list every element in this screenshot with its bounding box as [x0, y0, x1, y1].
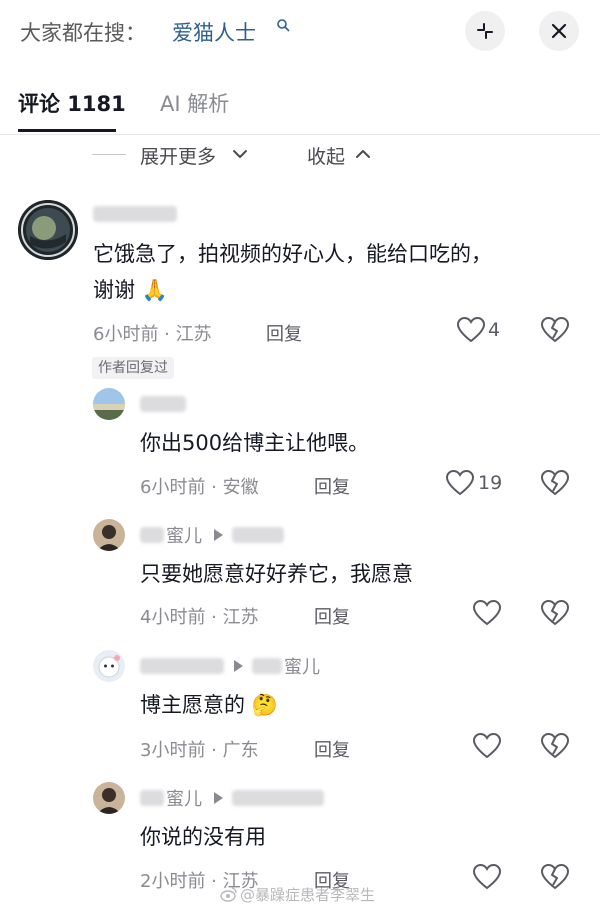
reply-text: 你出500给博主让他喂。	[140, 431, 370, 455]
thread-controls: 展开更多 收起	[0, 140, 600, 170]
avatar-image	[18, 200, 78, 260]
avatar[interactable]	[93, 650, 125, 682]
heart-icon[interactable]	[472, 732, 502, 760]
collapse-button[interactable]: 收起	[307, 142, 345, 169]
reply-text: 博主愿意的 🤔	[140, 693, 278, 717]
broken-heart-icon[interactable]	[540, 469, 570, 497]
chevron-up-icon[interactable]	[355, 148, 371, 160]
username-blurred[interactable]	[140, 790, 164, 806]
broken-heart-icon[interactable]	[540, 863, 570, 891]
heart-icon[interactable]	[456, 316, 486, 344]
avatar[interactable]	[93, 388, 125, 420]
heart-icon[interactable]	[445, 469, 475, 497]
reply-text: 只要她愿意好好养它，我愿意	[140, 562, 413, 586]
username-blurred[interactable]	[140, 396, 186, 412]
comment-meta: 6小时前 · 江苏	[93, 324, 212, 345]
search-icon[interactable]	[276, 18, 290, 32]
heart-icon[interactable]	[472, 863, 502, 891]
minimize-button[interactable]	[465, 11, 505, 51]
avatar-image	[93, 388, 125, 420]
reply-meta: 4小时前 · 江苏	[140, 607, 259, 628]
search-prefix: 大家都在搜：	[20, 21, 146, 45]
reply-button[interactable]: 回复	[314, 473, 350, 499]
reply-text: 你说的没有用	[140, 825, 266, 849]
avatar[interactable]	[18, 200, 78, 260]
chevron-down-icon[interactable]	[232, 148, 248, 160]
close-icon	[551, 23, 567, 39]
comment-text-line-1: 它饿急了，拍视频的好心人，能给口吃的，	[93, 242, 492, 266]
close-button[interactable]	[539, 11, 579, 51]
tab-divider	[0, 134, 600, 135]
reply-button[interactable]: 回复	[314, 603, 350, 629]
broken-heart-icon[interactable]	[540, 732, 570, 760]
reply-arrow-icon	[214, 792, 223, 804]
like-count: 19	[478, 472, 503, 494]
reply-meta: 3小时前 · 广东	[140, 740, 259, 761]
tab-ai-analysis[interactable]: AI 解析	[160, 88, 229, 118]
reply-button[interactable]: 回复	[266, 320, 302, 346]
username-blurred[interactable]	[93, 206, 177, 222]
avatar[interactable]	[93, 519, 125, 551]
reply-meta: 6小时前 · 安徽	[140, 477, 259, 498]
watermark-text: @暴躁症患者李翠生	[240, 886, 376, 904]
username-blurred[interactable]	[140, 658, 224, 674]
avatar-image	[93, 650, 125, 682]
username-blurred[interactable]	[140, 527, 164, 543]
comment-text-line-2: 谢谢 🙏	[93, 278, 168, 302]
top-bar: 大家都在搜： 爱猫人士	[0, 0, 600, 62]
tab-comments[interactable]: 评论 1181	[18, 88, 126, 118]
heart-icon[interactable]	[472, 599, 502, 627]
author-replied-badge: 作者回复过	[92, 357, 174, 379]
reply-button[interactable]: 回复	[314, 736, 350, 762]
weibo-logo-icon	[220, 887, 237, 902]
reply-to-blurred[interactable]	[252, 658, 282, 674]
avatar[interactable]	[93, 782, 125, 814]
expand-more-button[interactable]: 展开更多	[140, 142, 216, 169]
tab-bar: 评论 1181 AI 解析	[0, 82, 600, 134]
username-suffix[interactable]: 蜜儿	[166, 522, 202, 548]
like-count: 4	[488, 319, 501, 341]
avatar-image	[93, 782, 125, 814]
broken-heart-icon[interactable]	[540, 316, 570, 344]
reply-arrow-icon	[234, 660, 243, 672]
search-term-link[interactable]: 爱猫人士	[172, 17, 256, 47]
reply-to-blurred[interactable]	[232, 790, 324, 806]
active-tab-indicator	[18, 129, 116, 132]
username-suffix[interactable]: 蜜儿	[166, 785, 202, 811]
avatar-image	[93, 519, 125, 551]
thread-line	[92, 154, 126, 155]
reply-arrow-icon	[214, 529, 223, 541]
reply-to-blurred[interactable]	[232, 527, 284, 543]
reply-to-suffix[interactable]: 蜜儿	[284, 653, 320, 679]
broken-heart-icon[interactable]	[540, 599, 570, 627]
collapse-arrows-icon	[477, 23, 493, 39]
